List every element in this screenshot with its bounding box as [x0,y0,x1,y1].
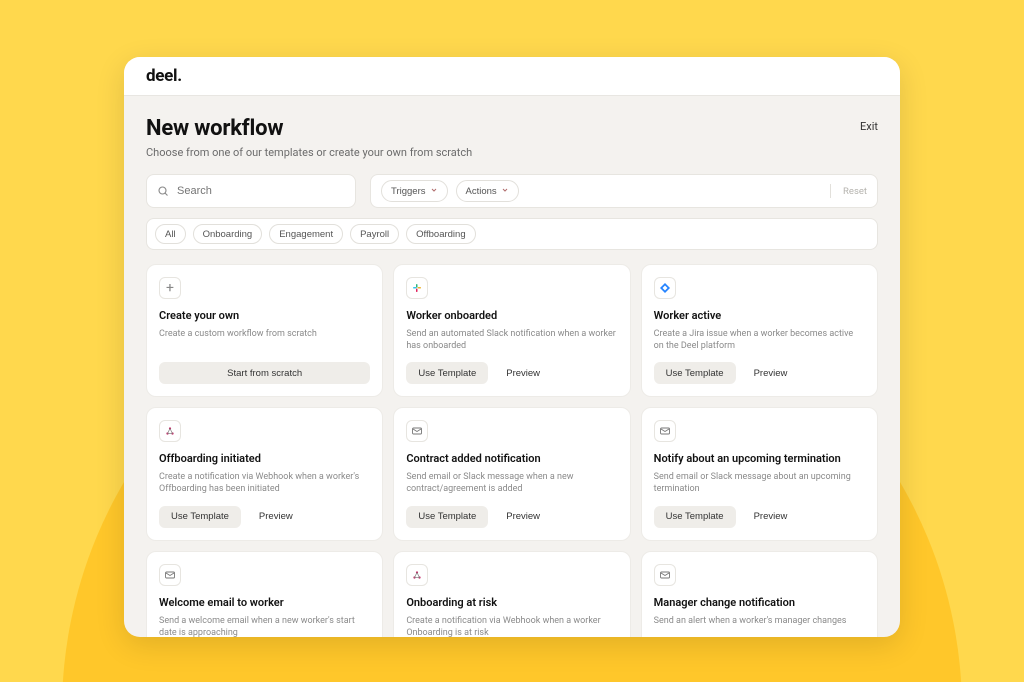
card-description: Create a custom workflow from scratch [159,328,370,352]
webhook-icon [406,564,428,586]
card-title: Notify about an upcoming termination [654,452,865,465]
tab-engagement[interactable]: Engagement [269,224,343,244]
chevron-down-icon [430,186,438,197]
plus-icon: + [159,277,181,299]
actions-label: Actions [466,186,497,197]
category-tabs: All Onboarding Engagement Payroll Offboardin… [146,218,878,250]
template-card: Manager change notification Send an alert… [641,551,878,637]
template-card: Offboarding initiated Create a notificati… [146,407,383,540]
card-actions: Use Template Preview [159,506,370,528]
search-input[interactable] [177,185,345,197]
start-from-scratch-button[interactable]: Start from scratch [159,362,370,384]
card-title: Create your own [159,309,370,322]
template-card: Welcome email to worker Send a welcome em… [146,551,383,637]
card-title: Offboarding initiated [159,452,370,465]
card-actions: Use Template Preview [654,506,865,528]
triggers-label: Triggers [391,186,426,197]
mail-icon [654,420,676,442]
search-box[interactable] [146,174,356,208]
reset-filters[interactable]: Reset [839,186,867,197]
card-title: Worker onboarded [406,309,617,322]
exit-link[interactable]: Exit [860,120,878,133]
card-title: Contract added notification [406,452,617,465]
template-card: Onboarding at risk Create a notification … [393,551,630,637]
page-title: New workflow [146,116,283,141]
template-card: Contract added notification Send email or… [393,407,630,540]
brand-logo: deel. [146,66,182,86]
card-description: Send an alert when a worker's manager ch… [654,615,865,637]
use-template-button[interactable]: Use Template [654,362,736,384]
card-title: Worker active [654,309,865,322]
use-template-button[interactable]: Use Template [406,506,488,528]
card-description: Send a welcome email when a new worker's… [159,615,370,637]
tab-onboarding[interactable]: Onboarding [193,224,263,244]
template-card: Notify about an upcoming termination Send… [641,407,878,540]
preview-button[interactable]: Preview [496,506,550,528]
webhook-icon [159,420,181,442]
tab-offboarding[interactable]: Offboarding [406,224,475,244]
template-card: + Create your own Create a custom workflow… [146,264,383,397]
use-template-button[interactable]: Use Template [159,506,241,528]
page-subtitle: Choose from one of our templates or crea… [146,146,878,159]
tab-all[interactable]: All [155,224,186,244]
card-title: Onboarding at risk [406,596,617,609]
tab-payroll[interactable]: Payroll [350,224,399,244]
use-template-button[interactable]: Use Template [654,506,736,528]
jira-icon [654,277,676,299]
chevron-down-icon [501,186,509,197]
preview-button[interactable]: Preview [744,362,798,384]
preview-button[interactable]: Preview [249,506,303,528]
template-grid: + Create your own Create a custom workflow… [146,264,878,637]
card-actions: Use Template Preview [406,506,617,528]
card-description: Create a notification via Webhook when a… [159,471,370,495]
card-description: Send email or Slack message about an upc… [654,471,865,495]
card-description: Create a Jira issue when a worker become… [654,328,865,352]
mail-icon [654,564,676,586]
card-title: Welcome email to worker [159,596,370,609]
template-card: Worker active Create a Jira issue when a … [641,264,878,397]
card-actions: Use Template Preview [406,362,617,384]
actions-filter[interactable]: Actions [456,180,519,202]
preview-button[interactable]: Preview [496,362,550,384]
preview-button[interactable]: Preview [744,506,798,528]
card-actions: Start from scratch [159,362,370,384]
search-icon [157,185,169,197]
slack-icon [406,277,428,299]
filter-group: Triggers Actions Reset [370,174,878,208]
topbar: deel. [124,57,900,96]
card-description: Send email or Slack message when a new c… [406,471,617,495]
app-window: deel. New workflow Exit Choose from one … [124,57,900,637]
use-template-button[interactable]: Use Template [406,362,488,384]
mail-icon [159,564,181,586]
mail-icon [406,420,428,442]
template-card: Worker onboarded Send an automated Slack … [393,264,630,397]
divider [830,184,831,198]
triggers-filter[interactable]: Triggers [381,180,448,202]
card-description: Send an automated Slack notification whe… [406,328,617,352]
card-title: Manager change notification [654,596,865,609]
card-description: Create a notification via Webhook when a… [406,615,617,637]
card-actions: Use Template Preview [654,362,865,384]
